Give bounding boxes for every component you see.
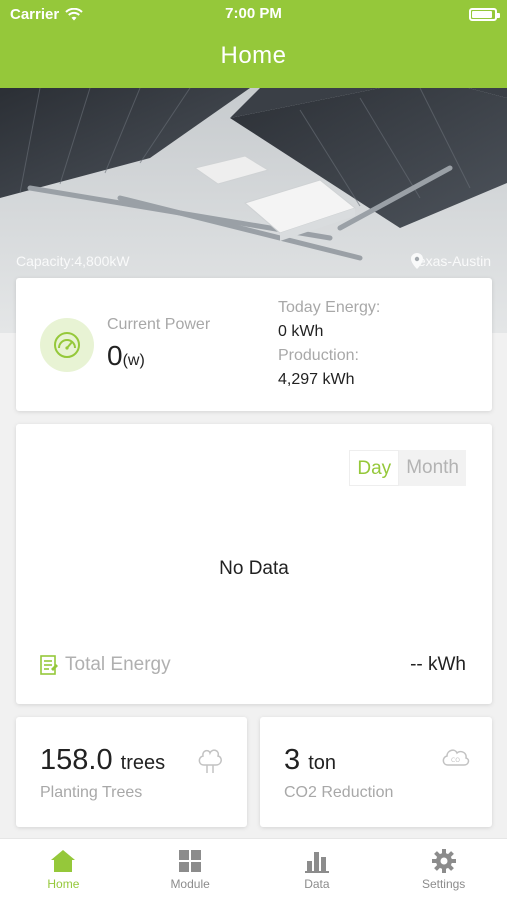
current-power-unit: (w) bbox=[122, 352, 145, 369]
power-summary-card: Current Power 0(w) Today Energy: 0 kWh P… bbox=[16, 278, 492, 411]
trees-value: 158.0 trees bbox=[40, 744, 165, 777]
energy-chart-card: Day Month No Data Total Energy -- kWh bbox=[16, 424, 492, 704]
bar-chart-icon bbox=[304, 852, 329, 873]
capacity-label: Capacity:4,800kW bbox=[16, 253, 130, 269]
today-energy-label: Today Energy: bbox=[278, 299, 381, 316]
page-title: Home bbox=[220, 42, 287, 69]
total-energy-text: Total Energy bbox=[65, 654, 171, 675]
co2-cloud-icon: CO bbox=[442, 749, 470, 766]
current-power-label: Current Power bbox=[107, 316, 211, 333]
co2-value: 3 ton bbox=[284, 744, 336, 777]
no-data-text: No Data bbox=[219, 558, 289, 579]
trees-unit: trees bbox=[120, 752, 166, 774]
total-energy-value: -- kWh bbox=[410, 654, 466, 675]
trees-label: Planting Trees bbox=[40, 784, 143, 801]
tab-home-label: Home bbox=[47, 877, 80, 891]
total-energy-label: Total Energy bbox=[39, 654, 171, 676]
co2-unit: ton bbox=[308, 752, 337, 774]
document-icon bbox=[40, 655, 58, 675]
home-icon bbox=[51, 850, 76, 872]
toggle-day[interactable]: Day bbox=[349, 450, 400, 486]
planting-trees-card: 158.0 trees Planting Trees bbox=[16, 717, 247, 827]
tab-settings-label: Settings bbox=[421, 877, 466, 891]
production-label: Production: bbox=[278, 347, 359, 364]
toggle-month[interactable]: Month bbox=[399, 450, 466, 486]
co2-label: CO2 Reduction bbox=[284, 784, 394, 801]
app-header: Carrier 7:00 PM Home bbox=[0, 0, 507, 88]
tab-home[interactable]: Home bbox=[0, 839, 127, 900]
co2-number: 3 bbox=[284, 744, 301, 776]
grid-icon bbox=[179, 850, 202, 872]
current-power-value: 0(w) bbox=[107, 340, 145, 372]
period-toggle: Day Month bbox=[349, 450, 466, 486]
bottom-tab-bar: Home Module Data Settings bbox=[0, 838, 507, 900]
location-label: Texas-Austin bbox=[410, 253, 491, 269]
tab-data-label: Data bbox=[304, 877, 330, 891]
tab-settings[interactable]: Settings bbox=[380, 839, 507, 900]
today-energy-value: 0 kWh bbox=[278, 323, 324, 340]
gear-icon bbox=[431, 849, 456, 873]
tree-icon bbox=[198, 749, 222, 773]
tab-module-label: Module bbox=[170, 877, 210, 891]
location-text: Texas-Austin bbox=[410, 253, 491, 269]
status-time: 7:00 PM bbox=[225, 5, 282, 22]
tab-module[interactable]: Module bbox=[127, 839, 254, 900]
trees-number: 158.0 bbox=[40, 744, 113, 776]
current-power-number: 0 bbox=[107, 340, 123, 371]
location-pin-icon bbox=[410, 253, 423, 269]
co2-reduction-card: 3 ton CO2 Reduction CO bbox=[260, 717, 492, 827]
speedometer-icon bbox=[40, 318, 94, 372]
tab-data[interactable]: Data bbox=[254, 839, 381, 900]
production-value: 4,297 kWh bbox=[278, 371, 355, 388]
svg-text:CO: CO bbox=[451, 757, 460, 764]
